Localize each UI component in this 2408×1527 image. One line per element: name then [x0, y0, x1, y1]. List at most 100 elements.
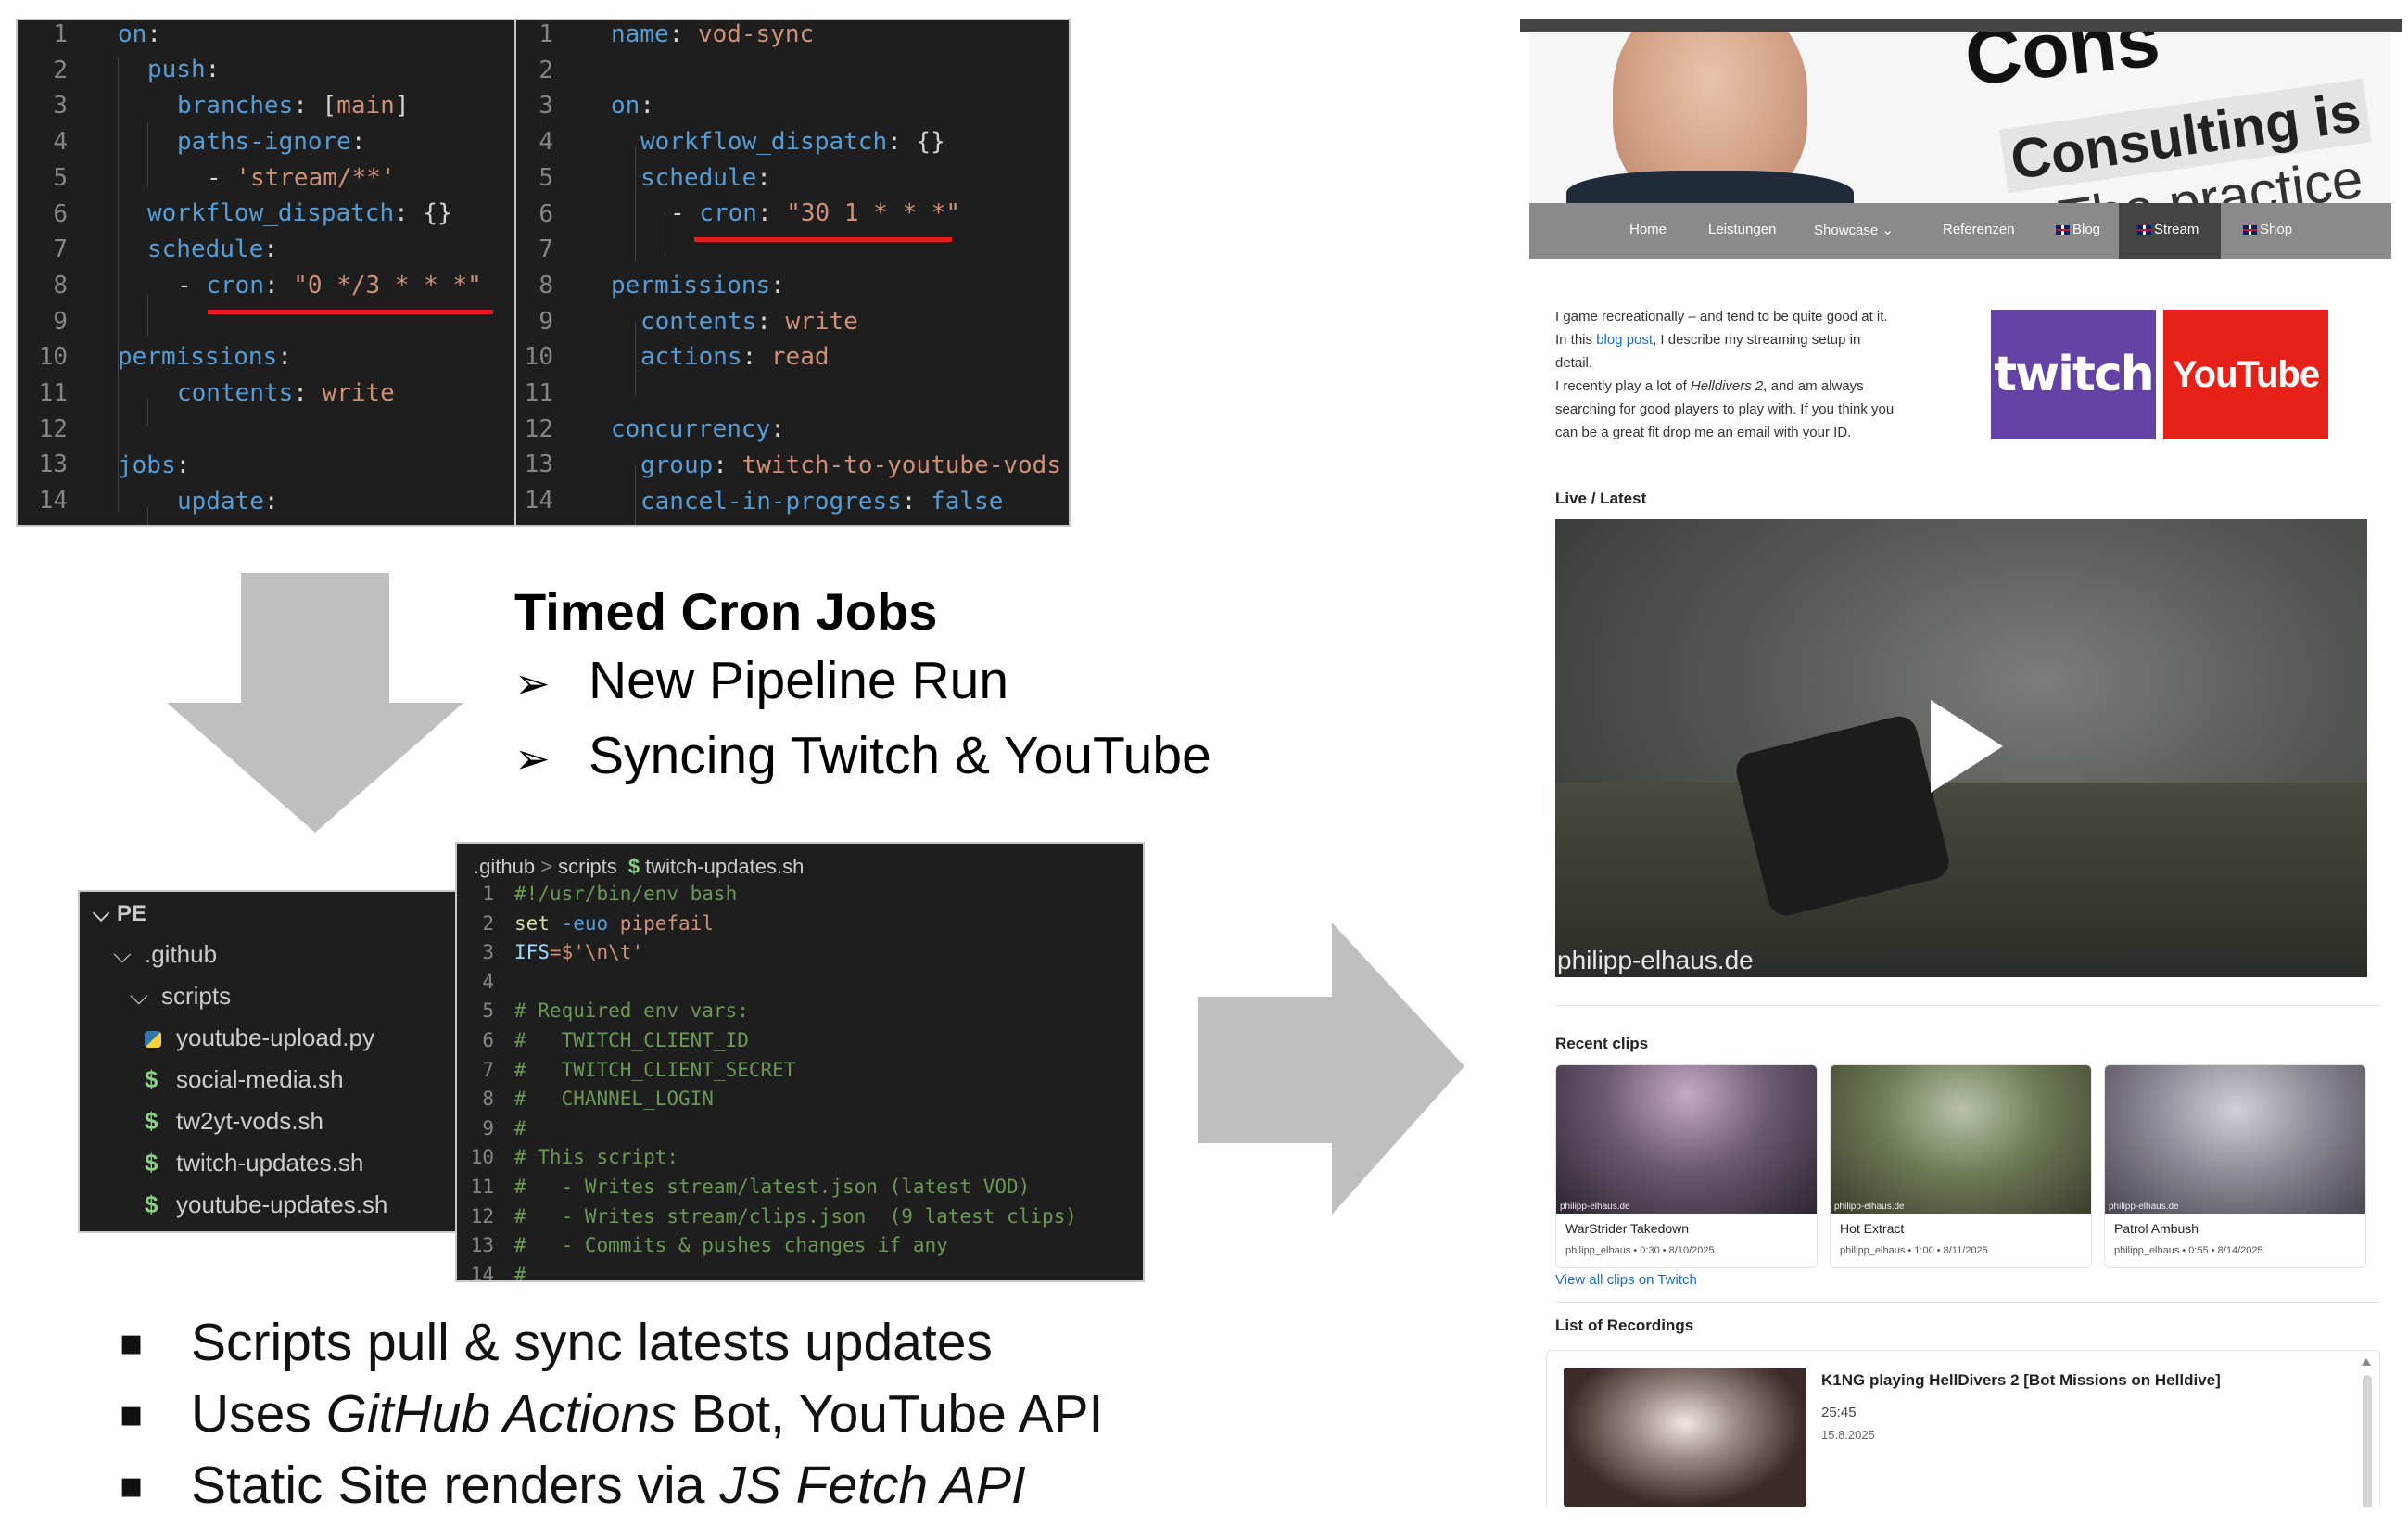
- recent-clips-heading: Recent clips: [1555, 1035, 1649, 1052]
- breadcrumb: .github > scripts $ twitch-updates.sh: [474, 855, 805, 878]
- nav-shop[interactable]: Shop: [2243, 222, 2292, 237]
- code-line: 10 # This script:: [457, 1146, 678, 1172]
- line-number: 7: [539, 235, 553, 264]
- nav-stream-active[interactable]: Stream: [2119, 203, 2221, 259]
- clip-title: Patrol Ambush: [2114, 1221, 2199, 1236]
- recording-item[interactable]: K1NG playing HellDivers 2 [Bot Missions …: [1547, 1351, 2353, 1507]
- clip-watermark: philipp-elhaus.de: [1834, 1202, 1905, 1212]
- bullet-item: ▪ Uses GitHub Actions Bot, YouTube API: [119, 1384, 1104, 1444]
- right-arrow: [1198, 923, 1464, 1215]
- line-number: 1: [482, 883, 494, 905]
- clip-card[interactable]: philipp-elhaus.de Hot Extract philipp_elha…: [1830, 1064, 2092, 1268]
- python-icon: [145, 1031, 161, 1049]
- line-number: 2: [53, 56, 68, 84]
- code-token: #: [514, 1116, 526, 1139]
- line-number: 14: [524, 487, 553, 515]
- line-number: 6: [53, 199, 68, 228]
- summary-bullets: ▪ Scripts pull & sync latests updates ▪ Us…: [119, 1307, 1185, 1521]
- video-watermark: philipp-elhaus.de: [1557, 946, 1754, 974]
- code-token: # Required env vars:: [514, 999, 749, 1023]
- code-line: 4: [457, 971, 514, 997]
- nav-home[interactable]: Home: [1629, 222, 1667, 237]
- code-line: 6 # TWITCH_CLIENT_ID: [457, 1029, 749, 1055]
- line-number: 7: [482, 1058, 494, 1081]
- tree-file[interactable]: youtube-upload.py: [145, 1024, 456, 1052]
- code-line: 2 set -euo pipefail: [457, 912, 714, 938]
- clip-card[interactable]: philipp-elhaus.de WarStrider Takedown phil…: [1555, 1064, 1818, 1268]
- clip-thumbnail: philipp-elhaus.de: [1831, 1065, 2091, 1214]
- youtube-logo[interactable]: YouTube: [2163, 310, 2328, 439]
- scroll-up-icon[interactable]: [2362, 1358, 2371, 1366]
- shell-icon: $: [145, 1149, 158, 1177]
- shell-icon: $: [145, 1190, 158, 1218]
- nav-referenzen[interactable]: Referenzen: [1943, 222, 2015, 237]
- scrollbar[interactable]: [2363, 1375, 2372, 1507]
- chevron-down-icon: ⌵: [130, 982, 148, 1010]
- line-number: 11: [470, 1176, 494, 1198]
- code-token: # - Writes stream/latest.json (latest VO…: [514, 1176, 1031, 1198]
- code-token: # - Commits & pushes changes if any: [514, 1234, 948, 1257]
- code-key: on: [118, 20, 147, 48]
- line-number: 5: [482, 999, 494, 1023]
- nav-blog[interactable]: Blog: [2056, 222, 2100, 237]
- code-token: -euo: [561, 911, 620, 935]
- code-token: # TWITCH_CLIENT_SECRET: [514, 1058, 796, 1081]
- tree-file[interactable]: $ youtube-updates.sh: [145, 1190, 456, 1219]
- cron-underline-left: [208, 310, 493, 314]
- code-token: # - Writes stream/clips.json (9 latest c…: [514, 1204, 1077, 1228]
- video-player[interactable]: philipp-elhaus.de: [1555, 519, 2367, 977]
- folder-github[interactable]: .github: [145, 940, 217, 968]
- code-line: 3 IFS=$'\n\t': [457, 941, 643, 967]
- line-number: 2: [539, 56, 553, 84]
- line-number: 8: [482, 1088, 494, 1111]
- intro-text: I game recreationally – and tend to be q…: [1555, 309, 1895, 440]
- clip-meta: philipp_elhaus • 0:55 • 8/14/2025: [2114, 1245, 2263, 1256]
- banner-word: Cons: [1960, 32, 2164, 102]
- line-number: 9: [53, 307, 68, 336]
- line-number: 2: [482, 911, 494, 935]
- code-line: 8 # CHANNEL_LOGIN: [457, 1088, 714, 1113]
- code-line: 9 #: [457, 1117, 526, 1143]
- tree-file[interactable]: $ social-media.sh: [145, 1065, 456, 1094]
- nav-showcase[interactable]: Showcase ⌄: [1814, 222, 1894, 238]
- blog-post-link[interactable]: blog post: [1596, 332, 1653, 348]
- recordings-list: K1NG playing HellDivers 2 [Bot Missions …: [1546, 1350, 2380, 1507]
- line-number: 6: [482, 1029, 494, 1051]
- nav-leistungen[interactable]: Leistungen: [1708, 222, 1776, 237]
- clip-thumbnail: philipp-elhaus.de: [2105, 1065, 2365, 1214]
- chevron-down-icon: ⌄: [1882, 223, 1894, 238]
- code-line: 7 # TWITCH_CLIENT_SECRET: [457, 1059, 795, 1085]
- folder-scripts[interactable]: scripts: [161, 982, 231, 1010]
- down-arrow: [167, 573, 463, 833]
- code-token: IFS: [514, 941, 550, 964]
- line-number: 3: [539, 92, 553, 121]
- line-number: 4: [539, 128, 553, 157]
- tree-file[interactable]: $ twitch-updates.sh: [145, 1149, 456, 1177]
- line-number: 10: [524, 343, 553, 372]
- chevron-down-icon: ⌵: [93, 901, 110, 926]
- bullet-item: ▪ Scripts pull & sync latests updates: [119, 1313, 993, 1372]
- code-token: pipefail: [619, 911, 714, 935]
- twitch-logo[interactable]: twitch: [1991, 310, 2156, 439]
- clip-watermark: philipp-elhaus.de: [1560, 1202, 1630, 1212]
- line-number: 8: [53, 271, 68, 299]
- line-number: 7: [53, 235, 68, 264]
- code-line: 14 #: [457, 1264, 526, 1280]
- line-number: 11: [524, 379, 553, 407]
- code-line: 1 #!/usr/bin/env bash: [457, 883, 737, 909]
- line-number: 12: [470, 1204, 494, 1228]
- code-token: =$'\n\t': [549, 941, 644, 964]
- play-icon[interactable]: [1931, 700, 2003, 793]
- cron-heading-block: Timed Cron Jobs ➢ New Pipeline Run ➢ Synci…: [514, 579, 1256, 795]
- clip-card[interactable]: philipp-elhaus.de Patrol Ambush philipp_el…: [2104, 1064, 2366, 1268]
- line-number: 8: [539, 271, 553, 299]
- recording-thumbnail: [1564, 1368, 1806, 1507]
- recording-date: 15.8.2025: [1821, 1428, 1875, 1442]
- code-line: 5 # Required env vars:: [457, 999, 749, 1025]
- tree-file[interactable]: $ tw2yt-vods.sh: [145, 1107, 456, 1136]
- uk-flag-icon: [2056, 225, 2070, 235]
- code-token: # This script:: [514, 1146, 679, 1169]
- code-token: #!/usr/bin/env bash: [514, 883, 738, 905]
- site-nav: Home Leistungen Showcase ⌄ Referenzen Bl…: [1529, 203, 2391, 259]
- view-all-clips-link[interactable]: View all clips on Twitch: [1555, 1272, 1697, 1288]
